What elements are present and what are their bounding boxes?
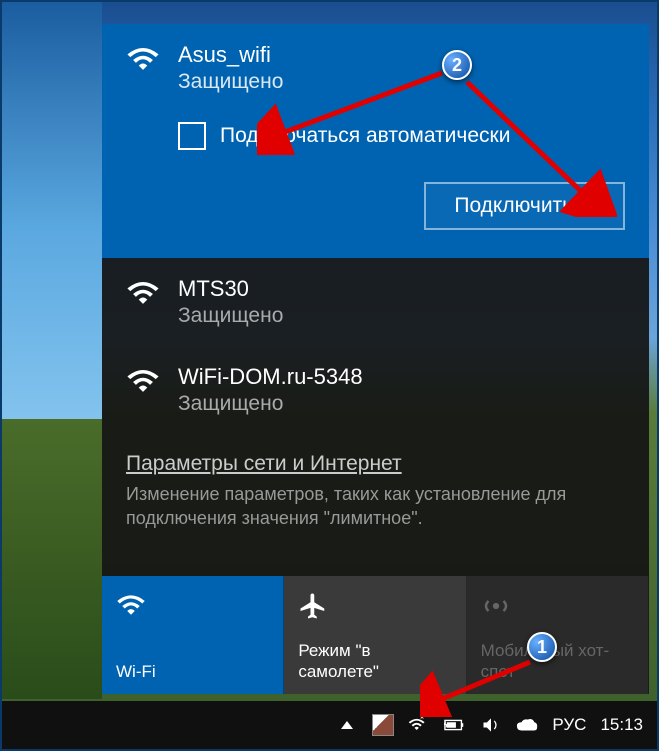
tile-airplane[interactable]: Режим "в самолете": [284, 576, 466, 694]
quick-action-tiles: Wi-Fi Режим "в самолете" Мобильный хот-с…: [102, 576, 649, 694]
network-status: Защищено: [178, 304, 625, 328]
network-settings-link[interactable]: Параметры сети и Интернет: [126, 452, 402, 476]
airplane-icon: [298, 588, 451, 624]
tray-clock[interactable]: 15:13: [600, 715, 643, 735]
network-item-selected[interactable]: Asus_wifi Защищено Подключаться автомати…: [102, 24, 649, 258]
network-settings-description: Изменение параметров, таких как установл…: [126, 482, 625, 531]
tray-volume-icon[interactable]: [480, 714, 502, 736]
auto-connect-checkbox[interactable]: [178, 122, 206, 150]
network-flyout: Asus_wifi Защищено Подключаться автомати…: [102, 24, 649, 694]
tray-network-icon[interactable]: *: [408, 714, 430, 736]
tile-label: Режим "в самолете": [298, 641, 451, 682]
wifi-icon: [126, 368, 160, 396]
desktop-wallpaper-sky: [2, 2, 102, 452]
auto-connect-row[interactable]: Подключаться автоматически: [178, 122, 510, 150]
tile-wifi[interactable]: Wi-Fi: [102, 576, 284, 694]
network-name: Asus_wifi: [178, 42, 625, 68]
wifi-icon: [116, 588, 269, 624]
tray-app-icon[interactable]: [372, 714, 394, 736]
network-status: Защищено: [178, 70, 625, 94]
tray-battery-icon[interactable]: [444, 714, 466, 736]
hotspot-icon: [481, 588, 634, 624]
tile-hotspot[interactable]: Мобильный хот-спот: [467, 576, 649, 694]
network-name: MTS30: [178, 276, 625, 302]
network-name: WiFi-DOM.ru-5348: [178, 364, 625, 390]
desktop-wallpaper-grass: [2, 419, 102, 699]
tray-chevron-icon[interactable]: [336, 714, 358, 736]
auto-connect-label: Подключаться автоматически: [220, 124, 510, 148]
network-item[interactable]: MTS30 Защищено: [102, 258, 649, 346]
wifi-icon: [126, 280, 160, 308]
tray-onedrive-icon[interactable]: [516, 714, 538, 736]
annotation-badge-1: 1: [527, 632, 557, 662]
network-settings-section: Параметры сети и Интернет Изменение пара…: [102, 434, 649, 531]
annotation-badge-2: 2: [442, 50, 472, 80]
connect-button[interactable]: Подключиться: [424, 182, 625, 230]
tray-language[interactable]: РУС: [552, 715, 586, 735]
taskbar: * РУС 15:13: [2, 701, 657, 749]
tile-label: Мобильный хот-спот: [481, 641, 634, 682]
network-item[interactable]: WiFi-DOM.ru-5348 Защищено: [102, 346, 649, 434]
network-status: Защищено: [178, 392, 625, 416]
wifi-icon: [126, 46, 160, 74]
tile-label: Wi-Fi: [116, 662, 269, 682]
